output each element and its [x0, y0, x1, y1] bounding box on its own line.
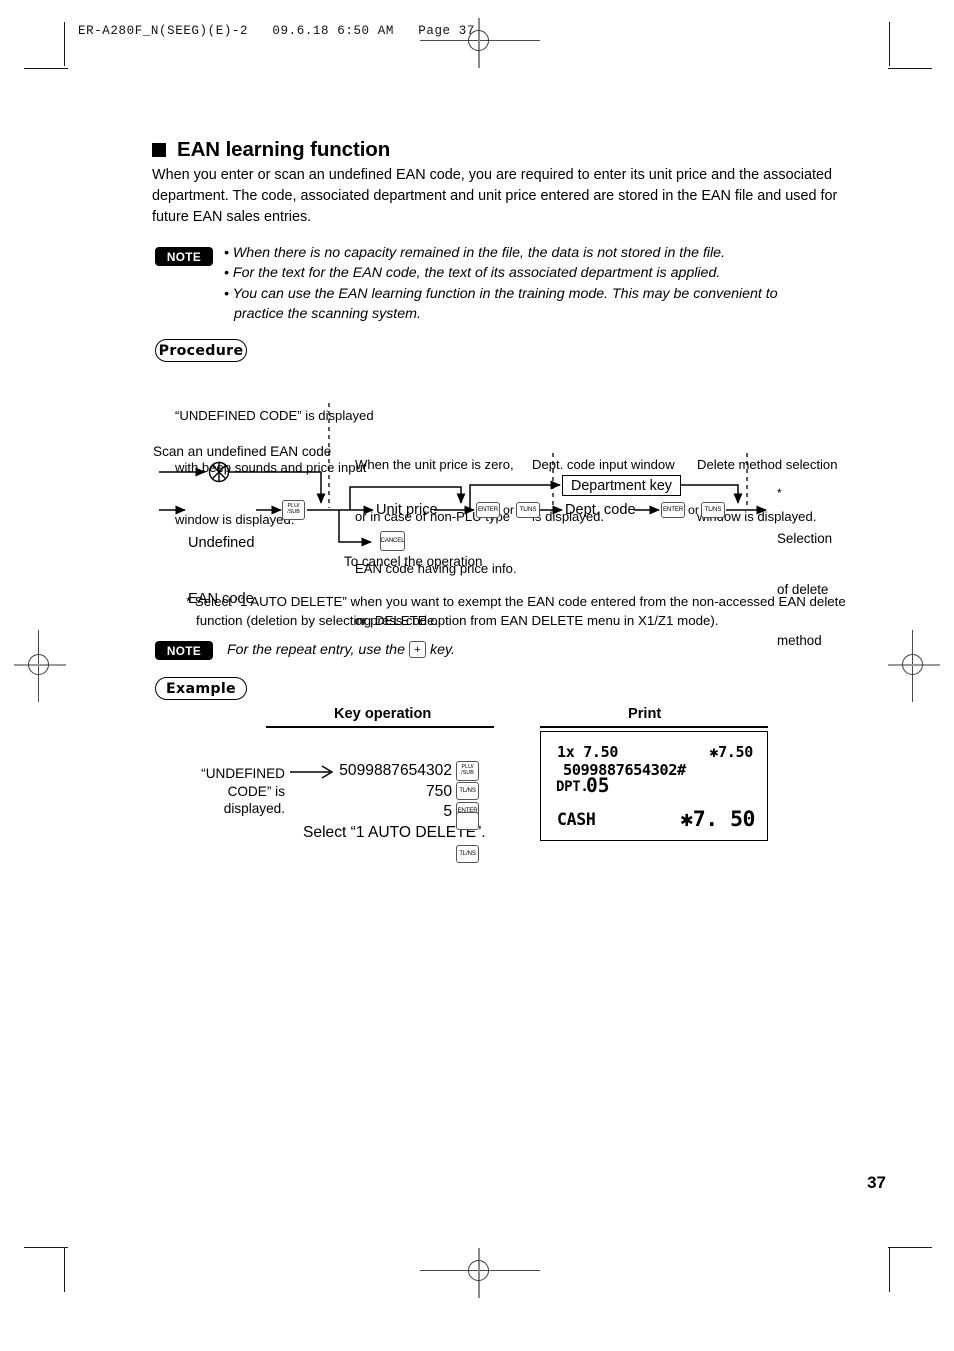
tlns-key-label: TL/NS — [704, 505, 722, 514]
cancel-key: CANCEL — [380, 531, 405, 551]
receipt-total-amount: ✱7. 50 — [680, 807, 755, 832]
note-badge-repeat: NOTE — [155, 641, 213, 660]
page-title: EAN learning function — [152, 138, 390, 162]
column-header-key-operation: Key operation — [334, 706, 432, 722]
tlns-key-last: TL/NS — [456, 845, 479, 863]
crop-mark-top-right-v — [889, 22, 891, 66]
node-line: Selection — [777, 531, 833, 546]
callout-line: Delete method selection — [697, 456, 838, 472]
crop-mark-bottom-right-v — [889, 1248, 891, 1292]
operation-value-2: 750 — [425, 783, 452, 800]
tlns-key-example-1: TL/NS — [456, 782, 479, 800]
crop-mark-bottom-left-v — [64, 1248, 66, 1292]
cancel-key-label: CANCEL — [380, 536, 405, 545]
registration-mark-bottom — [420, 1248, 540, 1298]
crop-mark-top-left-h — [24, 68, 68, 70]
cancel-operation-caption: To cancel the operation — [344, 554, 483, 569]
receipt-amount-line: ✱7.50 — [709, 743, 753, 761]
enter-key-1: ENTER — [476, 502, 500, 518]
crop-mark-top-right-h — [888, 68, 932, 70]
enter-key-2: ENTER — [661, 502, 685, 518]
crop-mark-bottom-left-h — [24, 1247, 68, 1249]
note-item: • You can use the EAN learning function … — [224, 285, 778, 302]
enter-key-label: ENTER — [478, 505, 498, 514]
tag-line: “UNDEFINED CODE” is — [201, 766, 285, 799]
or-label-1: or — [503, 503, 515, 517]
undefined-code-displayed-tag: “UNDEFINED CODE” is displayed. — [155, 765, 285, 818]
footnote-line: function (deletion by selecting DELETE o… — [196, 612, 719, 628]
note-item-continuation: practice the scanning system. — [234, 305, 421, 322]
note-badge-top: NOTE — [155, 247, 213, 266]
file-header-stamp: ER-A280F_N(SEEG)(E)-2 09.6.18 6:50 AM Pa… — [78, 24, 475, 38]
intro-paragraph: When you enter or scan an undefined EAN … — [152, 167, 838, 225]
tag-line: displayed. — [223, 801, 285, 816]
operation-value-1: 5099887654302 — [339, 762, 452, 779]
print-receipt: 1x 7.50 ✱7.50 5099887654302# DPT. 05 CAS… — [540, 731, 768, 841]
enter-key-label: ENTER — [663, 505, 683, 514]
receipt-cash-label: CASH — [557, 810, 596, 829]
scan-undefined-ean-label: Scan an undefined EAN code — [153, 444, 332, 459]
tlns-key-label: TL/NS — [459, 849, 476, 858]
page-number: 37 — [867, 1173, 886, 1192]
tlns-key-1: TL/NS — [516, 502, 540, 518]
page-title-text: EAN learning function — [177, 138, 391, 161]
node-line: method — [777, 633, 822, 648]
tlns-key-label: TL/NS — [459, 786, 476, 795]
procedure-pill-label: Procedure — [155, 339, 247, 362]
plu-sub-key-bottom: /SUB — [287, 509, 300, 516]
receipt-ean-code: 5099887654302# — [563, 761, 686, 779]
auto-delete-footnote: * Select “1 AUTO DELETE” when you want t… — [186, 593, 851, 630]
receipt-dept-label: DPT. — [556, 779, 589, 795]
crop-mark-top-left-v — [64, 22, 66, 66]
plu-sub-key-example: PLU/ /SUB — [456, 761, 479, 781]
registration-mark-right — [888, 630, 940, 702]
receipt-dept-number: 05 — [586, 774, 610, 797]
note-item: • When there is no capacity remained in … — [224, 245, 726, 261]
note-list-top: • When there is no capacity remained in … — [224, 243, 778, 324]
department-key-box: Department key — [562, 475, 681, 496]
column-header-print: Print — [628, 706, 662, 722]
plus-key: + — [408, 641, 426, 658]
callout-line: When the unit price is zero, — [355, 456, 514, 472]
callout-line: with beep sounds and price input — [175, 460, 367, 476]
plu-sub-key-bottom: /SUB — [461, 770, 474, 777]
footnote-line: * Select “1 AUTO DELETE” when you want t… — [186, 594, 846, 609]
manual-page: ER-A280F_N(SEEG)(E)-2 09.6.18 6:50 AM Pa… — [0, 0, 954, 1351]
operation-value-3: 5 — [443, 803, 452, 820]
unit-price-node: Unit price — [376, 502, 438, 518]
repeat-note-text-after: key. — [429, 641, 455, 658]
receipt-qty-price: 1x 7.50 — [557, 743, 619, 761]
selection-of-delete-method-node: Selection of delete method — [777, 496, 832, 683]
example-pill-label: Example — [155, 677, 247, 700]
node-line: Undefined — [188, 535, 255, 552]
plu-sub-key: PLU/ /SUB — [282, 500, 305, 520]
square-bullet-icon — [152, 143, 166, 157]
crop-mark-bottom-right-h — [888, 1247, 932, 1249]
or-label-2: or — [688, 503, 700, 517]
tlns-key-2: TL/NS — [701, 502, 725, 518]
callout-line: Dept. code input window — [532, 456, 675, 472]
print-rule — [540, 726, 768, 728]
registration-mark-left — [14, 630, 66, 702]
repeat-note-text-before: For the repeat entry, use the — [227, 641, 405, 658]
repeat-entry-note: For the repeat entry, use the + key. — [227, 641, 455, 658]
tlns-key-label: TL/NS — [519, 505, 537, 514]
key-operation-rule — [266, 726, 494, 728]
callout-line: “UNDEFINED CODE” is displayed — [175, 407, 374, 423]
note-item: • For the text for the EAN code, the tex… — [224, 265, 721, 282]
dept-code-node: Dept. code — [565, 502, 636, 518]
tlns-key-example-2 — [456, 812, 479, 830]
